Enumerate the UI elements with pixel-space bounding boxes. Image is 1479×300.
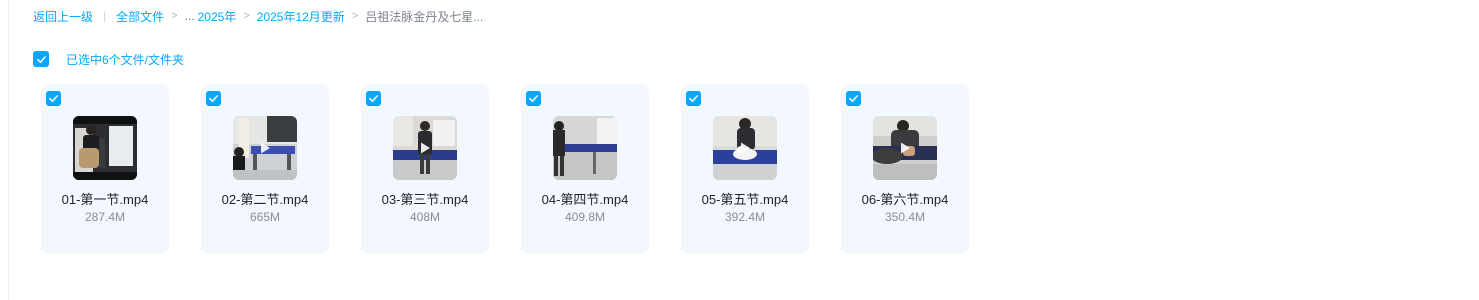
checkmark-icon — [209, 95, 218, 102]
file-name[interactable]: 01-第一节.mp4 — [41, 189, 169, 208]
play-icon — [421, 142, 430, 154]
select-all-checkbox[interactable] — [33, 51, 49, 67]
file-card[interactable]: 05-第五节.mp4 392.4M — [681, 84, 809, 254]
breadcrumb-item-2025-12[interactable]: 2025年12月更新 — [257, 8, 345, 25]
file-grid: 01-第一节.mp4 287.4M 02-第二节.mp4 665M 03-第三节… — [41, 84, 969, 254]
file-size: 392.4M — [724, 210, 766, 224]
file-card[interactable]: 01-第一节.mp4 287.4M — [41, 84, 169, 254]
video-thumbnail[interactable] — [233, 116, 297, 180]
play-icon — [741, 142, 750, 154]
file-size: 665M — [249, 210, 281, 224]
file-checkbox[interactable] — [46, 91, 61, 106]
checkmark-icon — [689, 95, 698, 102]
breadcrumb-item-2025[interactable]: 2025年 — [198, 8, 237, 25]
file-checkbox[interactable] — [206, 91, 221, 106]
checkmark-icon — [36, 55, 46, 63]
checkmark-icon — [529, 95, 538, 102]
selection-bar: 已选中6个文件/文件夹 — [33, 51, 184, 67]
checkmark-icon — [369, 95, 378, 102]
video-thumbnail[interactable] — [553, 116, 617, 180]
file-size: 409.8M — [564, 210, 606, 224]
checkmark-icon — [49, 95, 58, 102]
file-name[interactable]: 06-第六节.mp4 — [841, 189, 969, 208]
file-name[interactable]: 03-第三节.mp4 — [361, 189, 489, 208]
chevron-right-icon: > — [243, 10, 250, 22]
chevron-right-icon: > — [351, 10, 359, 22]
video-thumbnail[interactable] — [393, 116, 457, 180]
file-name[interactable]: 05-第五节.mp4 — [681, 189, 809, 208]
breadcrumb-divider: | — [103, 9, 107, 23]
file-card[interactable]: 04-第四节.mp4 409.8M — [521, 84, 649, 254]
back-link[interactable]: 返回上一级 — [33, 8, 93, 25]
file-checkbox[interactable] — [846, 91, 861, 106]
chevron-right-icon: > — [171, 10, 178, 22]
selection-count-text: 已选中6个文件/文件夹 — [66, 52, 185, 67]
file-checkbox[interactable] — [366, 91, 381, 106]
video-thumbnail[interactable] — [73, 116, 137, 180]
breadcrumb: 返回上一级 | 全部文件 > ... 2025年 > 2025年12月更新 > … — [33, 8, 483, 24]
file-card[interactable]: 03-第三节.mp4 408M — [361, 84, 489, 254]
play-icon — [261, 142, 270, 154]
file-size: 350.4M — [884, 210, 926, 224]
file-size: 408M — [409, 210, 441, 224]
breadcrumb-ellipsis[interactable]: ... — [185, 9, 195, 23]
file-card[interactable]: 06-第六节.mp4 350.4M — [841, 84, 969, 254]
play-icon — [901, 142, 910, 154]
file-name[interactable]: 04-第四节.mp4 — [521, 189, 649, 208]
video-thumbnail[interactable] — [873, 116, 937, 180]
file-checkbox[interactable] — [686, 91, 701, 106]
checkmark-icon — [849, 95, 858, 102]
video-thumbnail[interactable] — [713, 116, 777, 180]
file-name[interactable]: 02-第二节.mp4 — [201, 189, 329, 208]
file-size: 287.4M — [84, 210, 126, 224]
breadcrumb-all-files[interactable]: 全部文件 — [116, 8, 164, 25]
file-card[interactable]: 02-第二节.mp4 665M — [201, 84, 329, 254]
breadcrumb-current: 吕祖法脉金丹及七星... — [365, 9, 484, 24]
file-checkbox[interactable] — [526, 91, 541, 106]
content-left-divider — [8, 0, 9, 300]
